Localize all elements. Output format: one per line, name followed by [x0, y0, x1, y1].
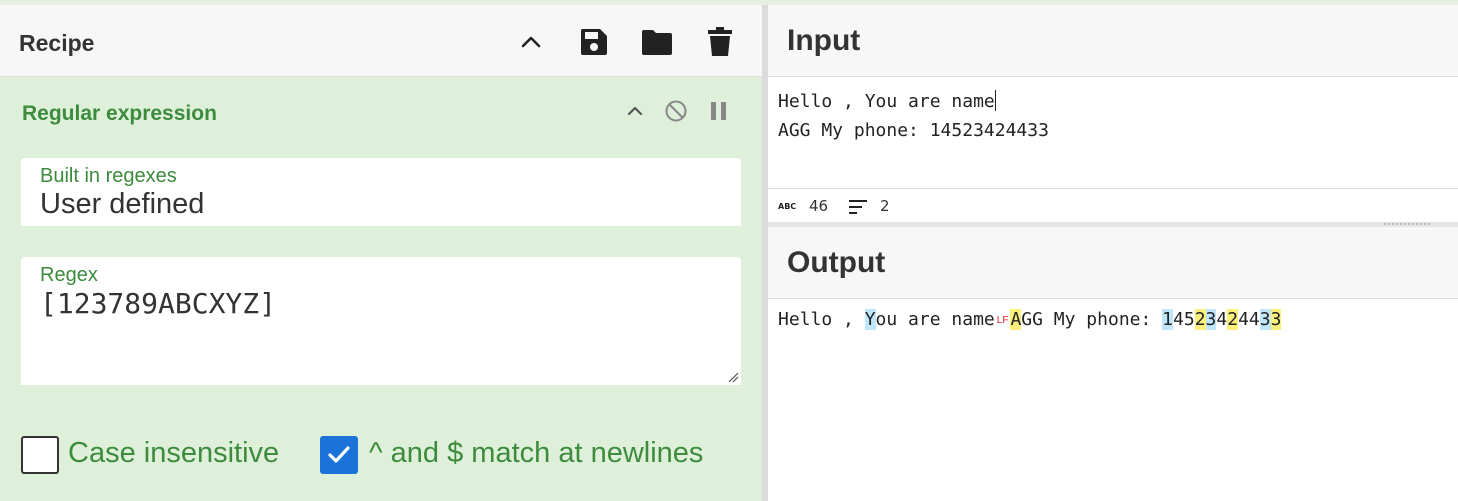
- input-status-bar: ABC 46 2: [768, 188, 1458, 222]
- match-highlight: Y: [864, 309, 876, 330]
- input-textarea[interactable]: Hello , You are name AGG My phone: 14523…: [778, 87, 1049, 145]
- case-insensitive-checkbox[interactable]: [21, 436, 59, 474]
- match-highlight: 3: [1259, 309, 1271, 330]
- text-caret: [994, 90, 996, 111]
- match-highlight: 2: [1227, 309, 1239, 330]
- lf-marker: LF: [996, 315, 1009, 326]
- lines-icon: [849, 200, 867, 214]
- abc-icon: ABC: [778, 202, 796, 211]
- pause-icon[interactable]: [707, 99, 731, 123]
- line-count: 2: [880, 197, 890, 215]
- recipe-panel: Recipe Regular expression Built in regex…: [0, 5, 762, 501]
- svg-text:ABC: ABC: [778, 202, 796, 211]
- input-line-1: Hello , You are name: [778, 91, 995, 112]
- output-segment: 4: [1216, 309, 1228, 330]
- input-header: Input: [768, 5, 1458, 77]
- builtin-regexes-label: Built in regexes: [40, 165, 177, 187]
- output-text[interactable]: Hello , You are name LF AGG My phone: 1452…: [778, 308, 1282, 332]
- builtin-regexes-select[interactable]: Built in regexes User defined: [21, 158, 741, 226]
- output-segment: Hello ,: [778, 309, 865, 330]
- folder-icon[interactable]: [641, 27, 672, 57]
- match-highlight: 3: [1270, 309, 1282, 330]
- builtin-regexes-value: User defined: [40, 188, 205, 220]
- output-header: Output: [768, 227, 1458, 299]
- trash-icon[interactable]: [706, 27, 736, 57]
- chevron-up-icon[interactable]: [516, 27, 546, 57]
- output-segment: ou are name: [875, 309, 995, 330]
- operation-title: Regular expression: [22, 102, 217, 125]
- output-segment: GG My phone:: [1021, 309, 1163, 330]
- output-segment: 45: [1173, 309, 1195, 330]
- match-highlight: A: [1010, 309, 1022, 330]
- match-highlight: 3: [1205, 309, 1217, 330]
- regex-value[interactable]: [123789ABCXYZ]: [40, 287, 276, 320]
- output-pane: Output Hello , You are name LF AGG My phon…: [768, 227, 1458, 501]
- input-line-2: AGG My phone: 14523424433: [778, 120, 1049, 141]
- save-icon[interactable]: [579, 27, 609, 57]
- resize-handle-icon[interactable]: [727, 371, 739, 383]
- regex-field[interactable]: Regex [123789ABCXYZ]: [21, 257, 741, 385]
- output-segment: 44: [1238, 309, 1260, 330]
- disable-icon[interactable]: [664, 99, 688, 123]
- regex-label: Regex: [40, 264, 98, 286]
- multiline-checkbox[interactable]: [320, 436, 358, 474]
- recipe-title: Recipe: [19, 30, 95, 56]
- multiline-label: ^ and $ match at newlines: [369, 437, 704, 469]
- drag-handle-icon[interactable]: [1384, 223, 1430, 225]
- char-count: 46: [809, 197, 829, 215]
- recipe-header: Recipe: [0, 5, 762, 77]
- case-insensitive-label: Case insensitive: [68, 437, 280, 469]
- check-icon: [328, 446, 350, 463]
- input-pane: Input Hello , You are name AGG My phone:…: [768, 5, 1458, 222]
- input-title: Input: [787, 24, 861, 57]
- match-highlight: 1: [1162, 309, 1174, 330]
- output-title: Output: [787, 246, 886, 279]
- match-highlight: 2: [1194, 309, 1206, 330]
- chevron-up-icon[interactable]: [623, 99, 647, 123]
